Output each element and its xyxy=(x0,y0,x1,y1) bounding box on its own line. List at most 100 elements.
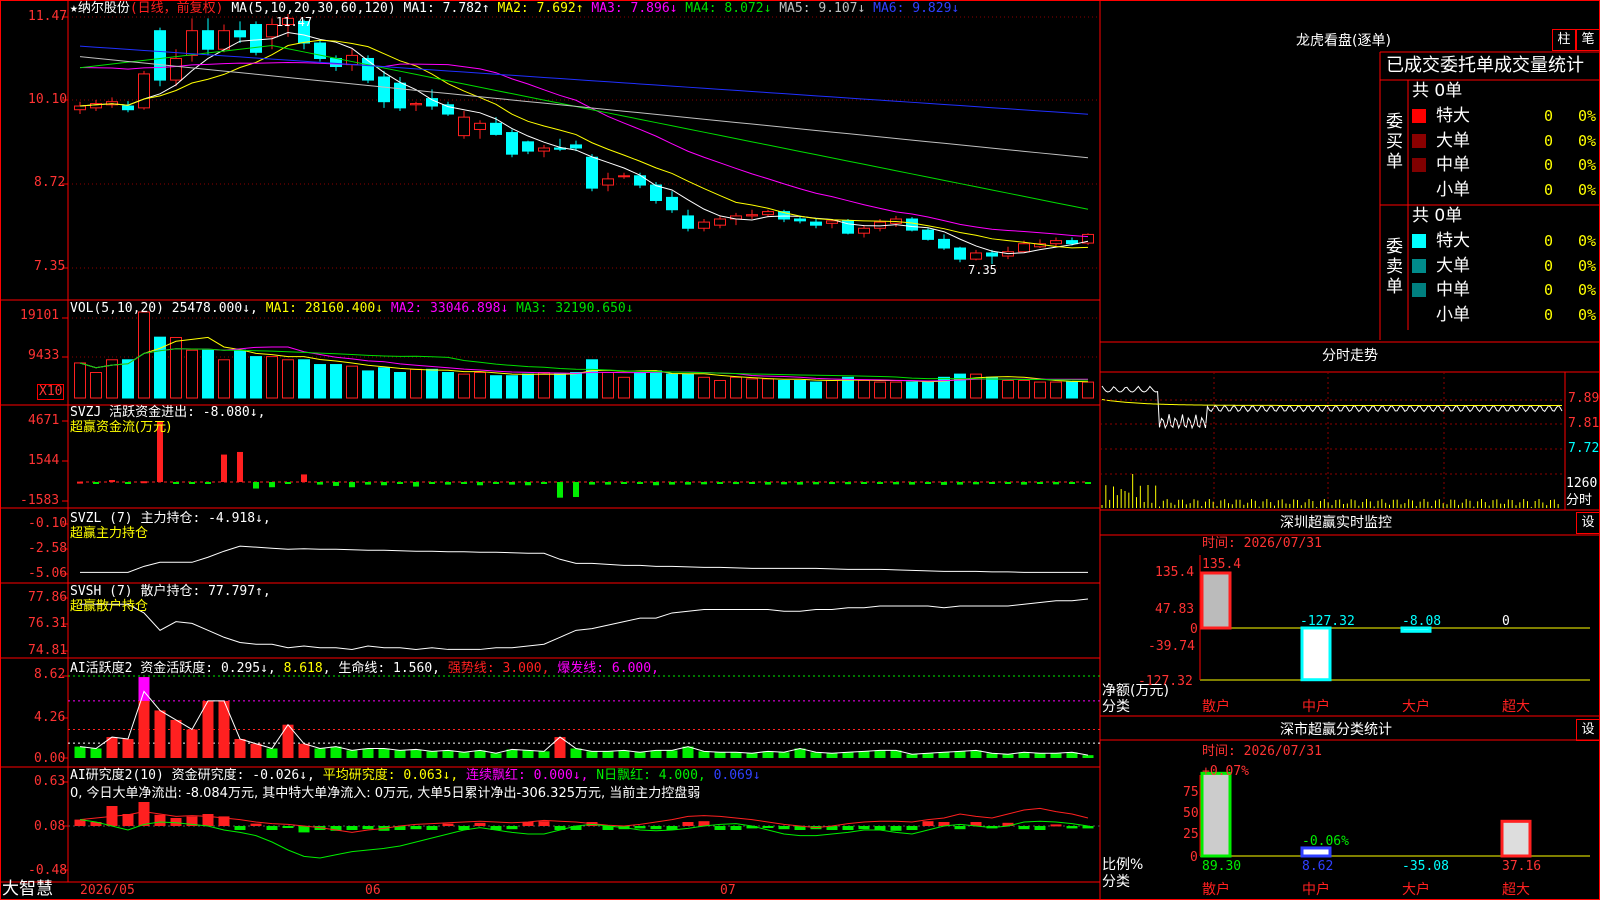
activity-bar xyxy=(874,750,886,758)
volume-bar xyxy=(618,376,630,399)
candle-down xyxy=(490,122,502,135)
activity-bar xyxy=(858,751,870,758)
volume-bar xyxy=(666,373,678,399)
volume-bar xyxy=(266,356,278,399)
research-bar xyxy=(538,821,550,826)
monitor-cat-label: 中户 xyxy=(1302,699,1330,715)
order-swatch xyxy=(1412,133,1426,148)
order-row-name: 中单 xyxy=(1436,280,1470,300)
ma3-value: MA3: 7.896↓ xyxy=(591,1,678,16)
research-bar xyxy=(730,826,742,830)
candle-down xyxy=(378,76,390,103)
fund-flow-bar xyxy=(669,482,675,485)
ai-activity-header: AI活跃度2 资金活跃度: 0.295↓, 8.618, 生命线: 1.560,… xyxy=(70,661,659,676)
candle-down xyxy=(394,82,406,109)
fund-flow-bar xyxy=(541,482,547,484)
order-row-name: 小单 xyxy=(1436,179,1470,200)
classify-category: 分类 xyxy=(1102,874,1130,890)
vol-unit-label[interactable]: X10 xyxy=(37,384,65,400)
fund-flow-bar xyxy=(877,482,883,484)
tick-mode-button[interactable]: 笔 xyxy=(1576,29,1600,51)
vol-axis-label: 19101 xyxy=(20,308,60,323)
candle-down xyxy=(122,105,134,111)
fund-flow-bar xyxy=(605,482,611,485)
fund-flow-bar xyxy=(141,481,147,484)
fund-flow-bar xyxy=(221,454,227,482)
period-label[interactable]: (日线，前复权) xyxy=(130,1,224,16)
ma1-value: MA1: 7.782↑ xyxy=(403,1,490,16)
svzj-subtitle: 超赢资金流(万元) xyxy=(70,420,172,435)
fund-flow-bar xyxy=(381,482,387,486)
activity-bar xyxy=(298,743,310,758)
price-header: ★纳尔股份(日线，前复权) MA(5,10,20,30,60,120) MA1:… xyxy=(70,1,959,16)
fund-flow-bar xyxy=(525,482,531,486)
classify-unit: 比例% xyxy=(1102,857,1144,873)
volume-bar xyxy=(810,381,822,399)
monitor-settings-button[interactable]: 设 xyxy=(1576,512,1600,534)
classify-settings-button[interactable]: 设 xyxy=(1576,719,1600,741)
favorite-star-icon[interactable]: ★ xyxy=(70,1,78,16)
order-stats-tabs[interactable]: 已成交委托单成交量统计 xyxy=(1386,56,1584,76)
vol-ma3: MA3: 32190.650↓ xyxy=(516,301,634,316)
activity-bar xyxy=(1034,753,1046,758)
activity-bar xyxy=(522,750,534,758)
main-position-line xyxy=(80,545,1088,573)
classify-axis-label: 25 xyxy=(1183,827,1199,842)
buy-total: 共 0单 xyxy=(1412,81,1463,101)
volume-bar xyxy=(746,378,758,399)
classify-value: 37.16 xyxy=(1502,859,1542,874)
volume-bar xyxy=(282,359,294,399)
candle-down xyxy=(506,132,518,155)
ai-burst-line: 爆发线: 6.000, xyxy=(557,661,659,676)
activity-bar xyxy=(154,710,166,758)
classify-axis-label: 0 xyxy=(1190,850,1198,865)
high-price-mark: 11.47 xyxy=(276,15,313,29)
volume-bar xyxy=(90,372,102,399)
volume-bar xyxy=(906,381,918,399)
ma3-line xyxy=(79,61,1089,238)
brand-logo[interactable]: 大智慧 xyxy=(2,880,53,899)
fund-flow-bar xyxy=(1069,482,1075,484)
research-bar xyxy=(1018,826,1030,830)
candle-down xyxy=(938,238,950,249)
activity-bar xyxy=(586,751,598,758)
ma5-line xyxy=(79,56,1089,159)
ai2-axis-label: 0.08 xyxy=(34,819,66,834)
volume-bar xyxy=(394,372,406,399)
fund-flow-bar xyxy=(109,480,115,483)
ai2-axis-label: 0.63 xyxy=(34,774,66,789)
order-row-pct: 0% xyxy=(1578,232,1597,250)
fund-flow-bar xyxy=(893,482,899,485)
fund-flow-bar xyxy=(957,482,963,485)
volume-bar xyxy=(1002,379,1014,399)
fund-flow-bar xyxy=(317,482,323,485)
bar-mode-button[interactable]: 柱 xyxy=(1552,29,1576,51)
fund-flow-bar xyxy=(77,481,83,484)
ai1-axis-label: 4.26 xyxy=(34,710,66,725)
candle-down xyxy=(666,196,678,211)
activity-bar xyxy=(714,752,726,758)
classify-axis-label: 75 xyxy=(1183,785,1199,800)
fund-flow-bar xyxy=(941,482,947,485)
ai-research-header: AI研究度2(10) 资金研究度: -0.026↓, 平均研究度: 0.063↓… xyxy=(70,768,761,783)
volume-bar xyxy=(490,375,502,399)
volume-bar xyxy=(586,359,598,399)
monitor-axis-label: 0 xyxy=(1190,622,1198,637)
activity-bar xyxy=(330,746,342,758)
volume-bar xyxy=(682,373,694,399)
order-row-value: 0 xyxy=(1544,131,1554,150)
date-label: 2026/05 xyxy=(80,883,135,898)
fund-flow-bar xyxy=(125,482,131,484)
classify-cat-label: 散户 xyxy=(1202,882,1230,898)
main-chart-canvas[interactable] xyxy=(0,0,1600,900)
monitor-cat-label: 散户 xyxy=(1202,699,1230,715)
svzl-subtitle: 超赢主力持仓 xyxy=(70,526,149,541)
ai-research-title: AI研究度2(10) 资金研究度: -0.026↓, xyxy=(70,768,315,783)
volume-bar xyxy=(1018,379,1030,399)
svsh-axis-label: 76.31 xyxy=(28,616,68,631)
candle-up xyxy=(762,211,774,216)
intraday-title[interactable]: 分时走势 xyxy=(1322,349,1378,364)
activity-bar xyxy=(682,746,694,758)
fund-flow-bar xyxy=(253,482,259,489)
volume-bar xyxy=(298,359,310,399)
